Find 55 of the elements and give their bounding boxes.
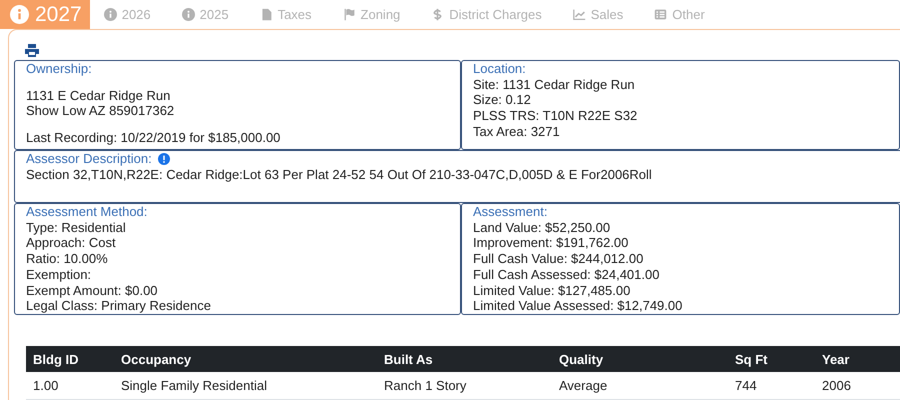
info-line: Tax Area: 3271 xyxy=(473,124,561,140)
section-label: Ownership: xyxy=(26,61,93,77)
table-cell: Single Family Residential xyxy=(114,372,377,400)
description-text: Section 32,T10N,R22E: Cedar Ridge:Lot 63 Per Plat 24-52 54 Out Of 210-33-047C,D,005D & E For2006Roll xyxy=(26,166,653,182)
table-cell: Average xyxy=(552,372,728,400)
section-label: Assessment Method: xyxy=(26,204,148,220)
tab[interactable]: Other xyxy=(640,0,722,29)
info-line: Approach: Cost xyxy=(26,235,117,252)
column-header: Bldg ID xyxy=(26,346,114,372)
info-line: Show Low AZ 859017362 xyxy=(26,103,176,120)
column-header: Quality xyxy=(552,346,728,372)
info-line: PLSS TRS: T10N R22E S32 xyxy=(473,108,638,124)
line-chart-icon xyxy=(572,8,586,21)
section-label: Assessor Description: xyxy=(26,151,152,167)
table-cell: 2006 xyxy=(815,372,900,400)
flag-icon xyxy=(342,8,356,21)
info-line: 1131 E Cedar Ridge Run xyxy=(26,88,172,104)
column-header: Sq Ft xyxy=(728,346,815,372)
tab[interactable]: 2026 xyxy=(90,0,168,29)
tab[interactable]: 2027 xyxy=(0,0,90,29)
tab[interactable]: Sales xyxy=(558,0,640,29)
column-header: Occupancy xyxy=(114,346,377,372)
info-line: Full Cash Value: $244,012.00 xyxy=(473,251,644,267)
info-line: Improvement: $191,762.00 xyxy=(473,235,630,252)
info-line: Last Recording: 10/22/2019 for $185,000.00 xyxy=(26,130,282,146)
info-line: Exemption: xyxy=(26,266,92,283)
table-icon xyxy=(654,8,668,21)
info-line: Type: Residential xyxy=(26,220,127,236)
printer-icon[interactable] xyxy=(25,44,39,57)
tab[interactable]: Taxes xyxy=(246,0,329,29)
info-line: Limited Value Assessed: $12,749.00 xyxy=(473,298,684,314)
column-header: Built As xyxy=(377,346,552,372)
section-label: Location: xyxy=(473,61,527,77)
tab[interactable]: 2025 xyxy=(168,0,246,29)
column-header: Year xyxy=(815,346,900,372)
info-icon xyxy=(182,8,195,21)
dollar-icon xyxy=(431,8,444,21)
tab[interactable]: Zoning xyxy=(328,0,418,29)
info-line: Exempt Amount: $0.00 xyxy=(26,282,159,298)
info-line: Land Value: $52,250.00 xyxy=(473,220,612,236)
section-label: Assessment: xyxy=(473,204,548,220)
info-icon xyxy=(10,5,29,24)
info-icon[interactable] xyxy=(158,152,170,165)
info-line: Site: 1131 Cedar Ridge Run xyxy=(473,76,636,92)
info-line: Legal Class: Primary Residence xyxy=(26,298,212,314)
info-line: Limited Value: $127,485.00 xyxy=(473,282,632,298)
info-icon xyxy=(104,8,117,21)
file-icon xyxy=(260,8,273,21)
info-line: Ratio: 10.00% xyxy=(26,251,109,267)
table-cell: 1.00 xyxy=(26,372,114,400)
info-line: Size: 0.12 xyxy=(473,92,532,108)
info-line: Full Cash Assessed: $24,401.00 xyxy=(473,266,660,283)
table-cell: 744 xyxy=(728,372,815,400)
tab[interactable]: District Charges xyxy=(417,0,559,29)
table-cell: Ranch 1 Story xyxy=(377,372,552,400)
